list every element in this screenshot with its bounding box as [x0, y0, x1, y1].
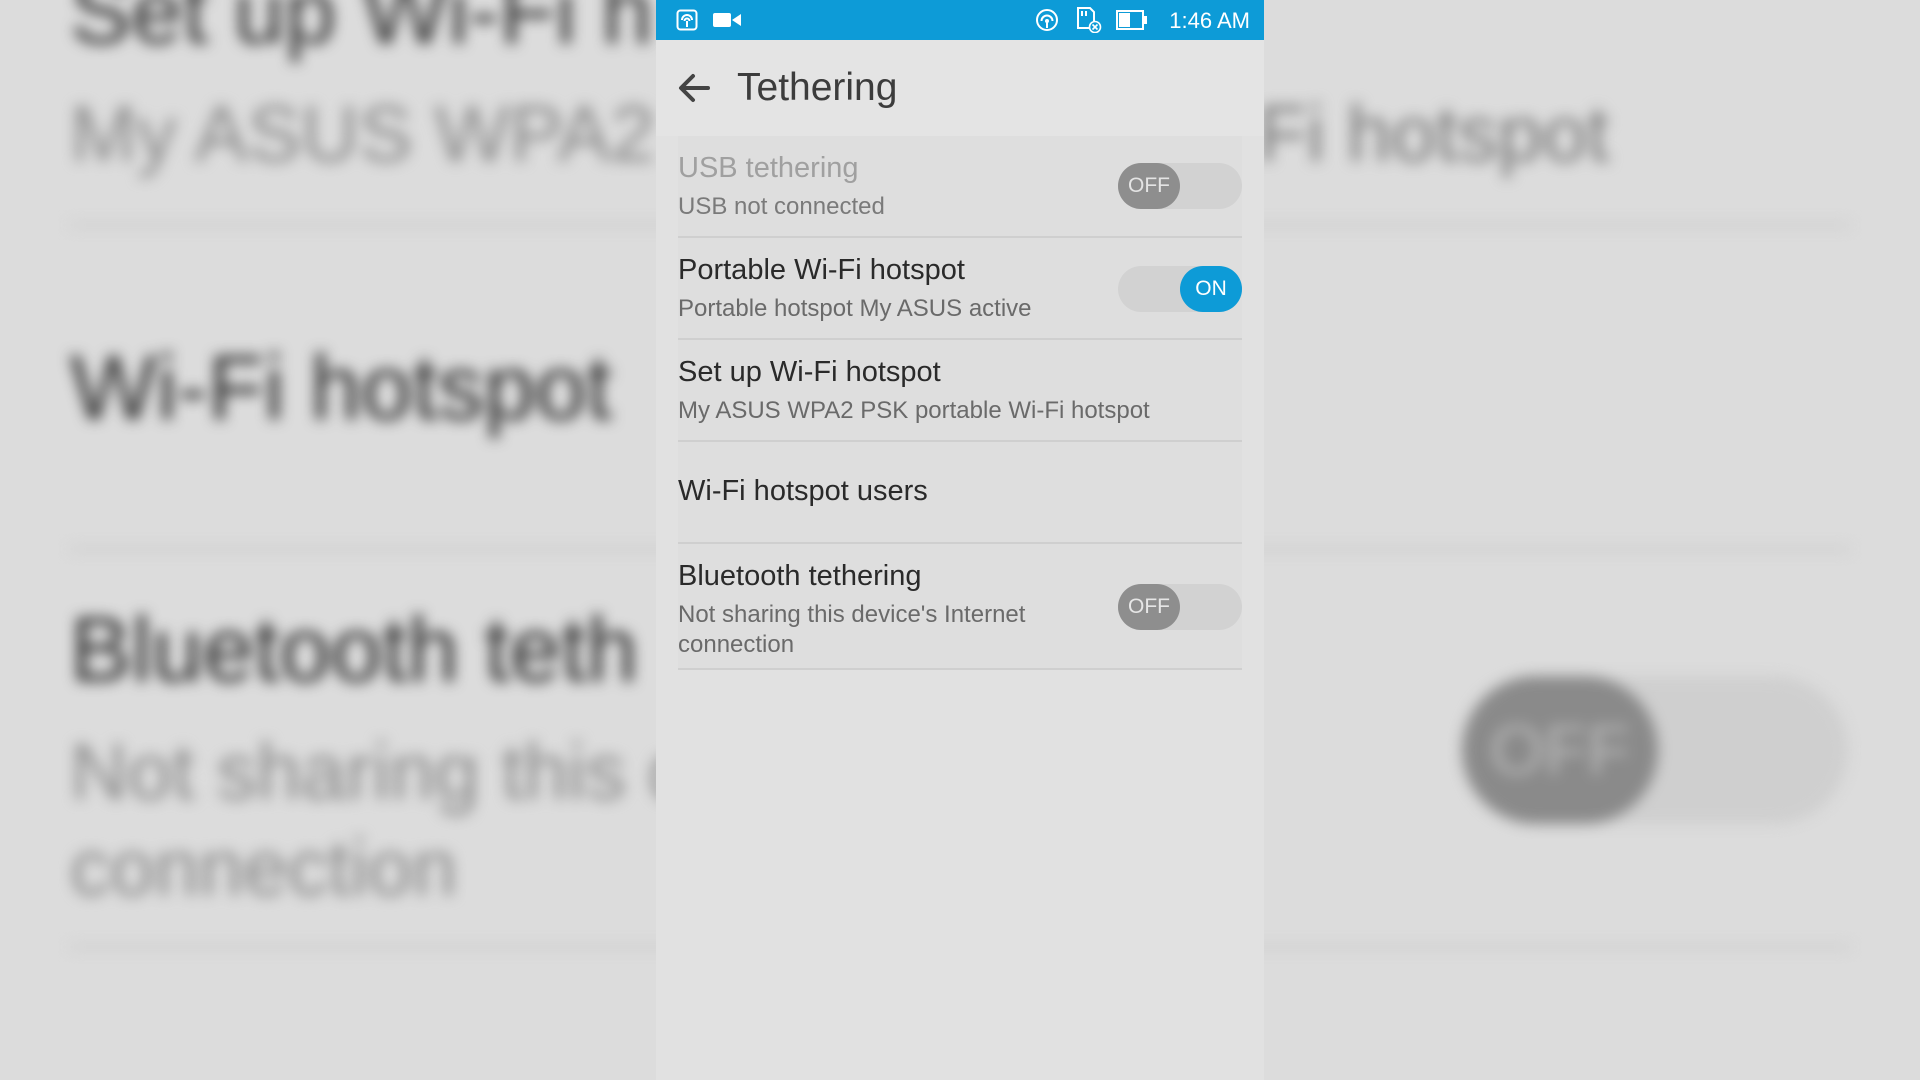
toggle-thumb: OFF [1118, 584, 1180, 630]
settings-list: USB tethering USB not connected OFF Port… [678, 136, 1242, 670]
status-time: 1:46 AM [1169, 8, 1250, 33]
bg-text: Set up Wi-Fi h [70, 0, 653, 63]
setting-summary: My ASUS WPA2 PSK portable Wi-Fi hotspot [678, 397, 1150, 424]
setting-summary: Portable hotspot My ASUS active [678, 295, 1032, 322]
usb-tethering-toggle[interactable]: OFF [1118, 163, 1242, 209]
bg-text: connection [70, 823, 457, 912]
status-bar: 1:46 AM [656, 0, 1264, 40]
bg-toggle: OFF [1462, 676, 1848, 824]
toggle-thumb: ON [1180, 266, 1242, 312]
setting-title: Bluetooth tethering [678, 560, 922, 592]
bg-text: Bluetooth teth [70, 599, 638, 701]
app-bar: Tethering [656, 40, 1264, 136]
setting-title: Set up Wi-Fi hotspot [678, 356, 941, 388]
bluetooth-tethering-toggle[interactable]: OFF [1118, 584, 1242, 630]
setting-title: Wi-Fi hotspot users [678, 475, 928, 507]
sd-card-icon [1074, 7, 1102, 33]
setting-setup-hotspot[interactable]: Set up Wi-Fi hotspot My ASUS WPA2 PSK po… [678, 340, 1242, 442]
setting-summary-line: connection [678, 631, 795, 658]
toggle-thumb: OFF [1118, 163, 1180, 209]
bg-text: Fi hotspot [1258, 89, 1610, 178]
page-title: Tethering [737, 66, 898, 109]
setting-title: Portable Wi-Fi hotspot [678, 254, 965, 286]
wifi-hotspot-toggle[interactable]: ON [1118, 266, 1242, 312]
phone-screen: 1:46 AM Tethering USB tethering USB not … [656, 0, 1264, 1080]
hotspot-active-icon [1034, 8, 1060, 32]
setting-usb-tethering: USB tethering USB not connected OFF [678, 136, 1242, 238]
setting-summary: USB not connected [678, 193, 885, 220]
setting-wifi-hotspot[interactable]: Portable Wi-Fi hotspot Portable hotspot … [678, 238, 1242, 340]
bg-text: Not sharing this d [70, 727, 693, 816]
setting-bluetooth-tethering[interactable]: Bluetooth tethering Not sharing this dev… [678, 544, 1242, 670]
bg-text: Wi-Fi hotspot [70, 337, 612, 439]
battery-icon [1115, 8, 1149, 32]
arrow-left-icon[interactable] [674, 68, 714, 108]
video-camera-icon [713, 8, 741, 32]
hotspot-icon [675, 8, 699, 32]
bg-toggle-knob: OFF [1462, 676, 1658, 824]
setting-summary: Not sharing this device's Internet conne… [678, 600, 1025, 660]
setting-hotspot-users[interactable]: Wi-Fi hotspot users [678, 442, 1242, 544]
setting-summary-line: Not sharing this device's Internet [678, 601, 1026, 628]
bg-text: My ASUS WPA2 P [70, 89, 731, 178]
setting-title: USB tethering [678, 152, 859, 184]
